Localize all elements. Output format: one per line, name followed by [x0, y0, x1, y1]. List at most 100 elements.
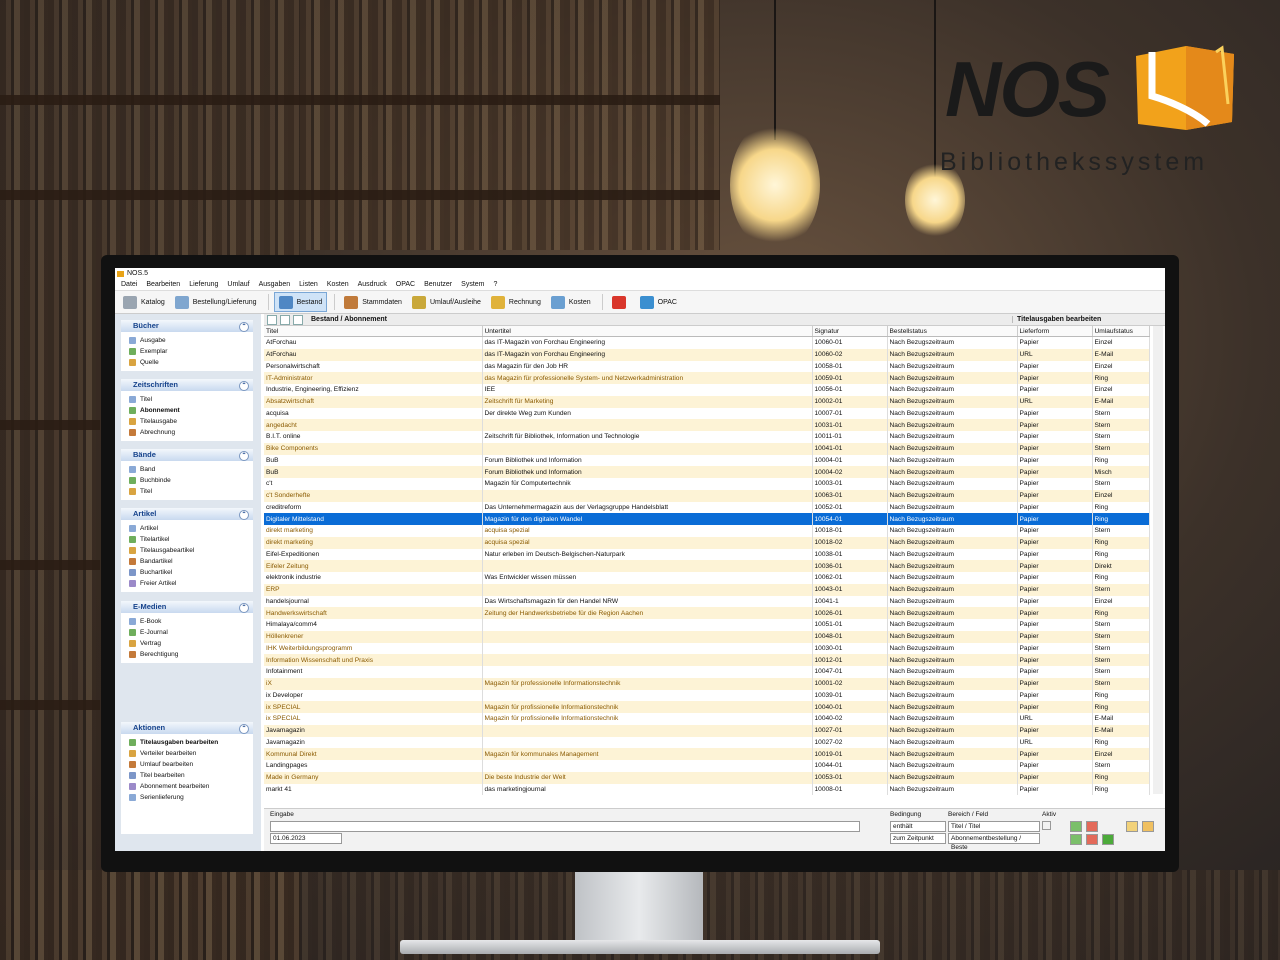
toolbar-kosten-button[interactable]: Kosten [547, 293, 595, 311]
sidebar-item-buchbinde[interactable]: Buchbinde [121, 475, 253, 486]
sidebar-item-berechtigung[interactable]: Berechtigung [121, 649, 253, 660]
menu-opac[interactable]: OPAC [396, 281, 415, 288]
add-row-icon[interactable] [1070, 834, 1082, 845]
collapse-icon[interactable]: ⌃ [239, 510, 249, 520]
aktionen-header[interactable]: Aktionen ⌃ [121, 722, 253, 734]
toolbar-pdf-button[interactable] [608, 293, 634, 311]
collapse-icon[interactable]: ⌃ [239, 322, 249, 332]
action-abonnement-bearbeiten[interactable]: Abonnement bearbeiten [121, 781, 253, 792]
table-row[interactable]: IT-Administrator das Magazin für professi… [264, 372, 1150, 384]
table-row[interactable]: ix Developer 10039-01 Nach Bezugszeitraum P… [264, 689, 1150, 702]
table-row[interactable]: handelsjournal Das Wirtschaftsmagazin für… [264, 595, 1150, 608]
collapse-icon[interactable]: ⌃ [239, 603, 249, 613]
menu-ausgaben[interactable]: Ausgaben [259, 281, 291, 288]
sidebar-item-titelausgabe[interactable]: Titelausgabe [121, 416, 253, 427]
column-header-signatur[interactable]: Signatur [812, 326, 888, 337]
toolbar-stammdaten-button[interactable]: Stammdaten [340, 293, 406, 311]
table-row[interactable]: B.I.T. online Zeitschrift für Bibliothek,… [264, 431, 1150, 443]
table-row[interactable]: Personalwirtschaft das Magazin für den Jo… [264, 360, 1150, 373]
bedingung-select[interactable]: enthält [890, 821, 946, 832]
menu-lieferung[interactable]: Lieferung [189, 281, 218, 288]
table-row[interactable]: Landingpages 10044-01 Nach Bezugszeitraum P… [264, 760, 1150, 772]
table-row[interactable]: c't Sonderhefte 10063-01 Nach Bezugszeitra… [264, 489, 1150, 502]
bereich-field[interactable]: Titel / Titel [948, 821, 1040, 832]
table-row[interactable]: direkt marketing acquisa spezial 10018-02 N… [264, 536, 1150, 549]
toolbar-katalog-button[interactable]: Katalog [119, 293, 169, 311]
search-icon[interactable] [1126, 821, 1138, 832]
toolbar-opac-button[interactable]: OPAC [636, 293, 681, 311]
column-header-titel[interactable]: Titel [264, 326, 483, 337]
action-verteiler-bearbeiten[interactable]: Verteiler bearbeiten [121, 748, 253, 759]
sidebar-item-buchartikel[interactable]: Buchartikel [121, 567, 253, 578]
action-titel-bearbeiten[interactable]: Titel bearbeiten [121, 770, 253, 781]
date-field[interactable]: 01.06.2023 [270, 833, 342, 844]
menu-system[interactable]: System [461, 281, 484, 288]
column-header-lieferform[interactable]: Lieferform [1017, 326, 1093, 337]
table-row[interactable]: Information Wissenschaft und Praxis 10012… [264, 654, 1150, 666]
table-row[interactable]: BuB Forum Bibliothek und Information 10004… [264, 454, 1150, 467]
table-row[interactable]: BuB Forum Bibliothek und Information 10004… [264, 466, 1150, 478]
table-row[interactable]: Javamagazin 10027-01 Nach Bezugszeitraum Pa… [264, 724, 1150, 737]
table-row[interactable]: iX Magazin für professionelle Information… [264, 677, 1150, 690]
action-serienlieferung[interactable]: Serienlieferung [121, 792, 253, 803]
table-row[interactable]: Eifel-Expeditionen Natur erleben im Deuts… [264, 548, 1150, 561]
sidebar-item-vertrag[interactable]: Vertrag [121, 638, 253, 649]
column-header-umlaufstatus[interactable]: Umlaufstatus [1092, 326, 1150, 337]
menu-ausdruck[interactable]: Ausdruck [358, 281, 387, 288]
view-icon[interactable] [267, 314, 277, 325]
sidebar-item-quelle[interactable]: Quelle [121, 357, 253, 368]
table-row[interactable]: Kommunal Direkt Magazin für kommunales Ma… [264, 748, 1150, 760]
table-row[interactable]: Digitaler Mittelstand Magazin für den dig… [264, 513, 1150, 525]
table-row[interactable]: Eifeler Zeitung 10036-01 Nach Bezugszeitra… [264, 560, 1150, 572]
sidebar-panel-header[interactable]: Bände ⌃ [121, 449, 253, 461]
action-titelausgaben-bearbeiten[interactable]: Titelausgaben bearbeiten [121, 737, 253, 748]
table-row[interactable]: AtForchau das IT-Magazin von Forchau Engi… [264, 336, 1150, 349]
table-row[interactable]: Javamagazin 10027-02 Nach Bezugszeitraum UR… [264, 736, 1150, 749]
menu-benutzer[interactable]: Benutzer [424, 281, 452, 288]
edit-icon[interactable] [1142, 821, 1154, 832]
table-row[interactable]: c't Magazin für Computertechnik 10003-01 Na… [264, 478, 1150, 490]
table-row[interactable]: Infotainment 10047-01 Nach Bezugszeitraum P… [264, 666, 1150, 678]
remove-row-icon[interactable] [1086, 834, 1098, 845]
sidebar-item-titelartikel[interactable]: Titelartikel [121, 534, 253, 545]
table-row[interactable]: Himalaya/comm4 10051-01 Nach Bezugszeitrau… [264, 619, 1150, 631]
table-row[interactable]: ERP 10043-01 Nach Bezugszeitraum Papier Ster… [264, 583, 1150, 596]
sidebar-panel-header[interactable]: Bücher ⌃ [121, 320, 253, 332]
sidebar-item-exemplar[interactable]: Exemplar [121, 346, 253, 357]
menu-[interactable]: ? [494, 281, 498, 288]
filter-icon[interactable] [293, 314, 303, 325]
table-row[interactable]: acquisa Der direkte Weg zum Kunden 10007-0… [264, 407, 1150, 420]
bereich-field-2[interactable]: Abonnementbestellung / Beste [948, 833, 1040, 851]
toolbar-rechnung-button[interactable]: Rechnung [487, 293, 545, 311]
table-row[interactable]: Höllenkrener 10048-01 Nach Bezugszeitraum P… [264, 630, 1150, 643]
sidebar-panel-header[interactable]: Zeitschriften ⌃ [121, 379, 253, 391]
zeitpunkt-select[interactable]: zum Zeitpunkt [890, 833, 946, 844]
menu-bearbeiten[interactable]: Bearbeiten [146, 281, 180, 288]
menu-listen[interactable]: Listen [299, 281, 318, 288]
column-header-bestellstatus[interactable]: Bestellstatus [887, 326, 1018, 337]
menu-kosten[interactable]: Kosten [327, 281, 349, 288]
sidebar-item-freier-artikel[interactable]: Freier Artikel [121, 578, 253, 589]
add-condition-icon[interactable] [1070, 821, 1082, 832]
table-row[interactable]: ix SPECIAL Magazin für profissionelle Inf… [264, 713, 1150, 725]
action-umlauf-bearbeiten[interactable]: Umlauf bearbeiten [121, 759, 253, 770]
remove-condition-icon[interactable] [1086, 821, 1098, 832]
sidebar-item-ausgabe[interactable]: Ausgabe [121, 335, 253, 346]
table-row[interactable]: IHK Weiterbildungsprogramm 10030-01 Nach B… [264, 642, 1150, 655]
menu-datei[interactable]: Datei [121, 281, 137, 288]
toolbar-bestand-button[interactable]: Bestand [273, 292, 328, 312]
table-row[interactable]: creditreform Das Unternehmermagazin aus d… [264, 501, 1150, 514]
sidebar-item-titelausgabeartikel[interactable]: Titelausgabeartikel [121, 545, 253, 556]
sidebar-item-e-book[interactable]: E-Book [121, 616, 253, 627]
collapse-icon[interactable]: ⌃ [239, 724, 249, 734]
table-row[interactable]: elektronik industrie Was Entwickler wisse… [264, 572, 1150, 584]
aktiv-checkbox[interactable] [1042, 821, 1051, 830]
sidebar-item-artikel[interactable]: Artikel [121, 523, 253, 534]
table-row[interactable]: Absatzwirtschaft Zeitschrift für Marketin… [264, 395, 1150, 408]
dropdown-icon[interactable] [280, 314, 290, 325]
table-row[interactable]: direkt marketing acquisa spezial 10018-01 N… [264, 525, 1150, 537]
sidebar-item-band[interactable]: Band [121, 464, 253, 475]
sidebar-item-titel[interactable]: Titel [121, 394, 253, 405]
table-row[interactable]: Made in Germany Die beste Industrie der W… [264, 771, 1150, 784]
plus-icon[interactable] [1102, 834, 1114, 845]
